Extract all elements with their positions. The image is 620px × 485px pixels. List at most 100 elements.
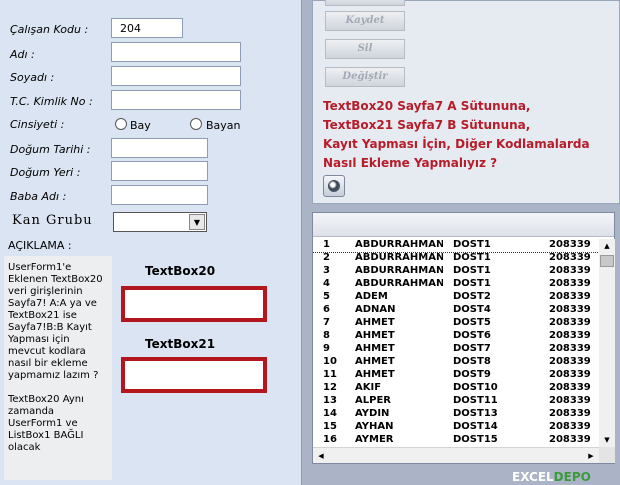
logo-part-excel: EXCEL: [512, 470, 554, 484]
list-cell: 208339: [549, 434, 591, 445]
calisan-kodu-input[interactable]: 204: [111, 18, 183, 38]
list-cell: AYDIN: [355, 408, 390, 419]
list-item[interactable]: 14 AYDIN DOST13 208339: [313, 408, 599, 421]
listbox1[interactable]: 1 ABDURRAHMAN DOST1 208339 2 ABDURRAHMAN DOST1…: [312, 212, 615, 464]
list-cell: DOST1: [453, 265, 491, 276]
radio-bayan-label: Bayan: [206, 119, 241, 132]
soyadi-input[interactable]: [111, 66, 241, 86]
question-line: Kayıt Yapması İçin, Diğer Kodlamalarda: [323, 137, 590, 151]
scroll-up-icon[interactable]: ▲: [599, 239, 615, 253]
dogum-tarihi-input[interactable]: [111, 138, 208, 158]
list-item[interactable]: 2 ABDURRAHMAN DOST1 208339: [313, 252, 599, 265]
list-cell: DOST1: [453, 239, 491, 250]
list-item[interactable]: 8 AHMET DOST6 208339: [313, 330, 599, 343]
list-cell: 208339: [549, 304, 591, 315]
list-item[interactable]: 6 ADNAN DOST4 208339: [313, 304, 599, 317]
list-cell: DOST1: [453, 278, 491, 289]
chevron-down-icon[interactable]: ▼: [189, 214, 205, 230]
soyadi-label: Soyadı :: [10, 71, 55, 84]
adi-input[interactable]: [111, 42, 241, 62]
kaydet-button[interactable]: Kaydet: [325, 11, 405, 31]
scroll-down-icon[interactable]: ▼: [599, 433, 615, 447]
list-item[interactable]: 15 AYHAN DOST14 208339: [313, 421, 599, 434]
question-line: TextBox20 Sayfa7 A Sütununa,: [323, 99, 531, 113]
list-item[interactable]: 16 AYMER DOST15 208339: [313, 434, 599, 447]
list-cell: 208339: [549, 343, 591, 354]
question-text: TextBox20 Sayfa7 A Sütununa, TextBox21 S…: [323, 97, 618, 173]
excel-depo-logo: EXCELDEPO: [512, 470, 591, 484]
list-cell: 208339: [549, 421, 591, 432]
question-line: TextBox21 Sayfa7 B Sütununa,: [323, 118, 531, 132]
sil-button[interactable]: Sil: [325, 39, 405, 59]
list-cell: DOST14: [453, 421, 498, 432]
list-cell: 6: [323, 304, 330, 315]
list-item[interactable]: 4 ABDURRAHMAN DOST1 208339: [313, 278, 599, 291]
scroll-left-icon[interactable]: ◀: [313, 449, 329, 463]
list-cell: 208339: [549, 239, 591, 250]
kan-grubu-select[interactable]: ▼: [113, 212, 207, 232]
radio-bayan[interactable]: [190, 118, 202, 130]
radio-bay-label: Bay: [130, 119, 151, 132]
calisan-kodu-label: Çalışan Kodu :: [10, 23, 89, 36]
list-cell: AHMET: [355, 317, 395, 328]
list-item[interactable]: 13 ALPER DOST11 208339: [313, 395, 599, 408]
list-cell: 208339: [549, 369, 591, 380]
list-cell: DOST7: [453, 343, 491, 354]
list-cell: ABDURRAHMAN: [355, 278, 443, 289]
list-cell: AHMET: [355, 330, 395, 341]
list-cell: 2: [323, 252, 330, 263]
top-button-partial[interactable]: [325, 0, 405, 6]
list-item[interactable]: 1 ABDURRAHMAN DOST1 208339: [313, 239, 599, 253]
radio-bay[interactable]: [115, 118, 127, 130]
scroll-thumb[interactable]: [600, 255, 614, 267]
list-cell: 4: [323, 278, 330, 289]
list-cell: ALPER: [355, 395, 391, 406]
list-cell: DOST11: [453, 395, 498, 406]
degistir-button[interactable]: Değiştir: [325, 67, 405, 87]
list-cell: ADNAN: [355, 304, 396, 315]
textbox20-label: TextBox20: [145, 264, 216, 278]
dogum-tarihi-label: Doğum Tarihi :: [10, 143, 91, 156]
list-cell: 208339: [549, 252, 591, 263]
list-cell: 208339: [549, 291, 591, 302]
userform-left-panel: Çalışan Kodu : 204 Adı : Soyadı : T.C. K…: [0, 0, 302, 485]
vertical-scrollbar[interactable]: ▲ ▼: [599, 239, 615, 447]
question-line: Nasıl Ekleme Yapmalıyız ?: [323, 156, 498, 170]
list-cell: 9: [323, 343, 330, 354]
scroll-right-icon[interactable]: ▶: [583, 449, 599, 463]
list-item[interactable]: 12 AKİF DOST10 208339: [313, 382, 599, 395]
list-cell: 16: [323, 434, 337, 445]
aciklama-label: AÇIKLAMA :: [8, 239, 72, 252]
list-item[interactable]: 3 ABDURRAHMAN DOST1 208339: [313, 265, 599, 278]
list-item[interactable]: 9 AHMET DOST7 208339: [313, 343, 599, 356]
list-item[interactable]: 10 AHMET DOST8 208339: [313, 356, 599, 369]
list-cell: 8: [323, 330, 330, 341]
record-button[interactable]: [323, 175, 345, 197]
horizontal-scrollbar[interactable]: ◀ ▶: [313, 447, 599, 463]
list-cell: 208339: [549, 382, 591, 393]
list-cell: 208339: [549, 317, 591, 328]
list-cell: DOST15: [453, 434, 498, 445]
tc-kimlik-input[interactable]: [111, 90, 241, 110]
list-item[interactable]: 7 AHMET DOST5 208339: [313, 317, 599, 330]
baba-adi-input[interactable]: [111, 185, 208, 205]
list-cell: DOST8: [453, 356, 491, 367]
list-cell: AYHAN: [355, 421, 394, 432]
list-cell: 208339: [549, 278, 591, 289]
tc-kimlik-label: T.C. Kimlik No :: [10, 95, 93, 108]
dogum-yeri-label: Doğum Yeri :: [10, 166, 81, 179]
list-cell: AYMER: [355, 434, 394, 445]
list-item[interactable]: 5 ADEM DOST2 208339: [313, 291, 599, 304]
listbox-rows: 1 ABDURRAHMAN DOST1 208339 2 ABDURRAHMAN DOST1…: [313, 239, 599, 447]
kan-grubu-label: Kan Grubu: [12, 213, 93, 228]
list-cell: AHMET: [355, 356, 395, 367]
list-cell: 10: [323, 356, 337, 367]
list-cell: DOST6: [453, 330, 491, 341]
dogum-yeri-input[interactable]: [111, 161, 208, 181]
textbox20-input[interactable]: [121, 286, 267, 322]
textbox21-input[interactable]: [121, 357, 267, 393]
list-item[interactable]: 11 AHMET DOST9 208339: [313, 369, 599, 382]
list-cell: DOST9: [453, 369, 491, 380]
list-cell: DOST4: [453, 304, 491, 315]
baba-adi-label: Baba Adı :: [10, 190, 67, 203]
